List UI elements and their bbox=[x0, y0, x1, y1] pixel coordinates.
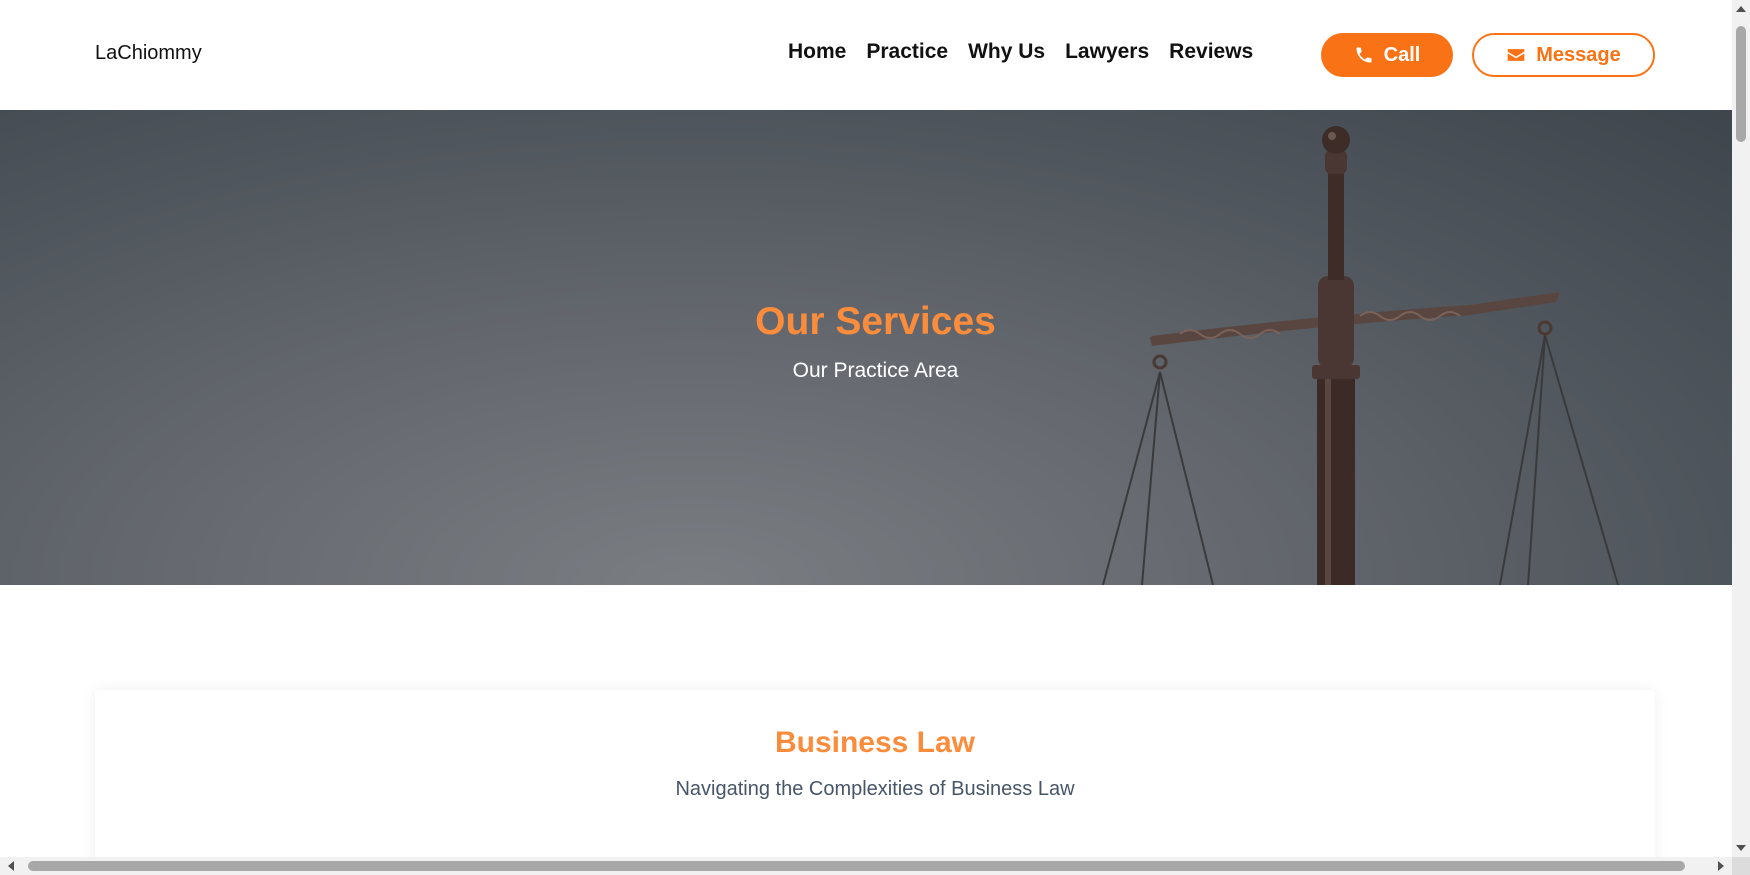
service-card-subtitle: Navigating the Complexities of Business … bbox=[675, 778, 1075, 800]
horizontal-scroll-thumb[interactable] bbox=[28, 861, 1685, 871]
phone-icon bbox=[1354, 45, 1374, 65]
site-header: LaChiommy Home Practice Why Us Lawyers R… bbox=[0, 0, 1732, 110]
scales-of-justice-image bbox=[1102, 126, 1619, 585]
brand-logo[interactable]: LaChiommy bbox=[95, 42, 202, 65]
hero-title: Our Services bbox=[755, 300, 996, 343]
nav-link-why-us[interactable]: Why Us bbox=[968, 40, 1045, 64]
scroll-right-arrow-icon[interactable] bbox=[1718, 861, 1724, 871]
call-button[interactable]: Call bbox=[1321, 33, 1453, 77]
horizontal-scrollbar[interactable] bbox=[0, 857, 1732, 875]
envelope-icon bbox=[1506, 45, 1526, 65]
nav-link-home[interactable]: Home bbox=[788, 40, 846, 64]
service-card-title: Business Law bbox=[774, 726, 976, 759]
scrollbar-corner bbox=[1732, 857, 1750, 875]
scroll-down-arrow-icon[interactable] bbox=[1736, 845, 1746, 851]
service-card: Business Law Navigating the Complexities… bbox=[95, 690, 1655, 857]
scroll-left-arrow-icon[interactable] bbox=[8, 861, 14, 871]
nav-link-practice[interactable]: Practice bbox=[866, 40, 948, 64]
vertical-scroll-thumb[interactable] bbox=[1736, 26, 1746, 142]
nav-link-reviews[interactable]: Reviews bbox=[1169, 40, 1253, 64]
hero-subtitle: Our Practice Area bbox=[792, 359, 959, 382]
vertical-scrollbar[interactable] bbox=[1732, 0, 1750, 857]
hero-banner: Our Services Our Practice Area bbox=[0, 110, 1732, 585]
page-viewport: LaChiommy Home Practice Why Us Lawyers R… bbox=[0, 0, 1732, 857]
nav-link-lawyers[interactable]: Lawyers bbox=[1065, 40, 1149, 64]
main-nav: Home Practice Why Us Lawyers Reviews bbox=[788, 40, 1253, 64]
message-button-label: Message bbox=[1536, 43, 1621, 66]
call-button-label: Call bbox=[1383, 43, 1421, 66]
message-button[interactable]: Message bbox=[1472, 33, 1655, 77]
scroll-up-arrow-icon[interactable] bbox=[1736, 6, 1746, 12]
